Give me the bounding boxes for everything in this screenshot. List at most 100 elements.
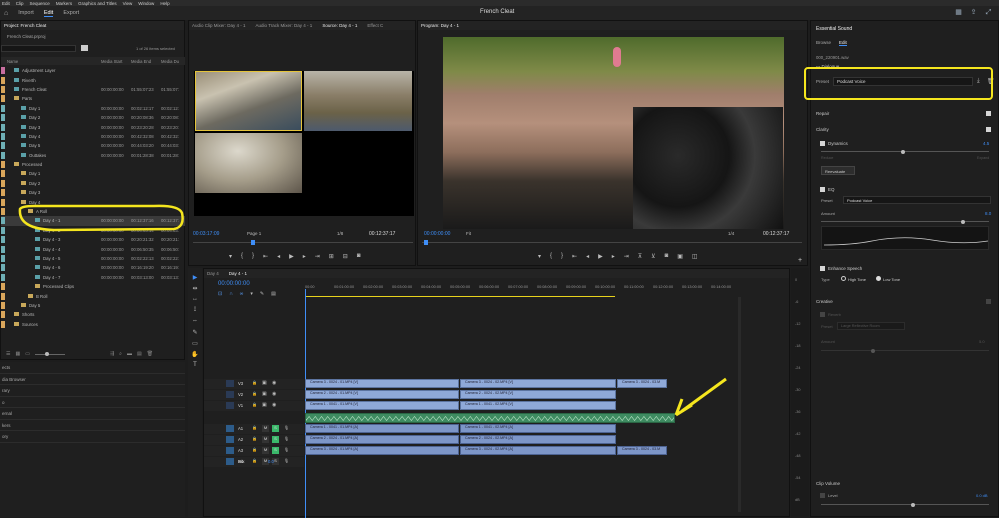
col-media-dur[interactable]: Media Du — [161, 59, 179, 64]
source-patch[interactable] — [226, 436, 234, 443]
razor-icon[interactable]: ⟟ — [188, 307, 202, 318]
program-camera-icon[interactable]: ◙ — [665, 253, 669, 260]
tab-edit[interactable]: Edit — [43, 10, 54, 17]
project-row[interactable]: Parts — [1, 94, 185, 103]
trash-icon[interactable]: 🗑 — [147, 351, 153, 357]
insert-icon[interactable]: ⊞ — [329, 253, 334, 260]
new-bin-bottom-icon[interactable]: ▬ — [127, 351, 132, 357]
compare-icon[interactable]: ▣ — [677, 253, 683, 260]
marker-icon[interactable]: ▾ — [229, 253, 232, 260]
source-tab[interactable]: Source: Day 4 - 1 — [322, 23, 357, 28]
freeform-view-icon[interactable]: ▭ — [25, 351, 30, 357]
new-item-icon[interactable]: ▤ — [137, 351, 142, 357]
project-row[interactable]: Adjustment Layer — [1, 66, 185, 75]
video-clip[interactable]: Camera 3 - 0024 - 01.MP4 [V] — [305, 379, 459, 388]
camera-2-thumb[interactable] — [304, 71, 412, 131]
work-area-bar[interactable] — [305, 296, 615, 297]
project-row[interactable]: Day 4 - 5 00:00:00:00 00:02:22:13 00:02:22: — [1, 254, 185, 263]
panel-header[interactable]: ernal — [0, 408, 185, 420]
program-goto-out-icon[interactable]: ⇥ — [624, 253, 629, 260]
rectangle-icon[interactable]: ▭ — [188, 340, 202, 351]
hand-icon[interactable]: ✋ — [188, 351, 202, 362]
lock-icon[interactable]: 🔒 — [252, 402, 257, 407]
mute-button[interactable]: M — [262, 436, 269, 443]
col-name[interactable]: Name — [7, 59, 18, 64]
source-tab[interactable]: Audio Clip Mixer: Day 4 - 1 — [192, 23, 246, 28]
dynamics-checkbox[interactable] — [820, 141, 825, 146]
project-row[interactable]: Shorts — [1, 310, 185, 319]
goto-in-icon[interactable]: ⇤ — [263, 253, 268, 260]
reverb-preset-dropdown[interactable]: Large Reflective Room — [837, 322, 905, 330]
eq-amount-value[interactable]: 8.0 — [985, 211, 991, 216]
panel-header[interactable]: ory — [0, 431, 185, 443]
es-clip-volume[interactable]: Clip Volume — [816, 481, 840, 486]
project-row[interactable]: Day 1 — [1, 169, 185, 178]
in-icon[interactable]: { — [241, 253, 243, 260]
program-marker-icon[interactable]: ▾ — [538, 253, 541, 260]
ripple-edit-icon[interactable]: ↔ — [188, 296, 202, 307]
source-patch[interactable] — [226, 391, 234, 398]
sync-lock-icon[interactable]: ▣ — [262, 380, 267, 386]
panel-header[interactable]: rary — [0, 385, 185, 397]
source-patch[interactable] — [226, 402, 234, 409]
nest-icon[interactable]: ⊡ — [218, 291, 222, 297]
level-checkbox[interactable] — [820, 493, 825, 498]
dynamics-slider[interactable] — [821, 149, 989, 154]
camera-3-thumb[interactable] — [195, 133, 302, 193]
vr-icon[interactable]: ◫ — [692, 253, 698, 260]
sync-lock-icon[interactable]: ▣ — [262, 402, 267, 408]
eye-icon[interactable]: ◉ — [272, 391, 276, 397]
step-back-icon[interactable]: ◂ — [277, 253, 280, 260]
clarity-checkbox[interactable] — [986, 127, 991, 132]
mic-icon[interactable]: 🎙 — [284, 436, 289, 441]
tab-import[interactable]: Import — [18, 10, 34, 16]
program-in-icon[interactable]: { — [550, 253, 552, 260]
eye-icon[interactable]: ◉ — [272, 380, 276, 386]
find-icon[interactable]: ⌕ — [119, 351, 122, 357]
video-clip[interactable]: Camera 1 - 0041 - 01.MP4 [V] — [305, 401, 459, 410]
sequence-tab[interactable]: Day 4 - 1 — [229, 271, 247, 276]
project-row[interactable]: Outtakes 00:00:00:00 00:01:28:38 00:01:28: — [1, 151, 185, 160]
source-patch[interactable] — [226, 380, 234, 387]
new-bin-icon[interactable] — [81, 45, 88, 51]
source-patch[interactable] — [226, 425, 234, 432]
program-fit[interactable]: Fit — [466, 231, 471, 236]
solo-button[interactable]: S — [272, 447, 279, 454]
multicam-view[interactable] — [194, 71, 414, 216]
timeline-vscroll[interactable] — [738, 297, 741, 512]
eq-checkbox[interactable] — [820, 187, 825, 192]
menu-item[interactable]: Graphics and Titles — [78, 1, 117, 6]
source-tab[interactable]: Audio Track Mixer: Day 4 - 1 — [256, 23, 313, 28]
project-row[interactable]: Day 4 - 7 00:00:00:00 00:03:13:00 00:03:13: — [1, 273, 185, 282]
solo-button[interactable]: S — [272, 425, 279, 432]
project-row[interactable]: Day 2 00:00:00:00 00:20:08:36 00:20:08: — [1, 113, 185, 122]
source-tab[interactable]: Effect C — [367, 23, 383, 28]
menu-item[interactable]: Window — [138, 1, 154, 6]
mic-icon[interactable]: 🎙 — [284, 447, 289, 452]
project-row[interactable]: French Cleat 00:00:00:00 01:55:07:23 01:55:… — [1, 85, 185, 94]
type-tool-icon[interactable]: T — [188, 362, 202, 373]
camera-icon[interactable]: ◙ — [357, 253, 361, 260]
project-tab[interactable]: Project: French Cleat — [4, 23, 46, 28]
icon-view-icon[interactable]: ▦ — [15, 351, 20, 357]
audio-clip[interactable]: Camera 3 - 0024 - 02.MP4 [A] — [460, 446, 616, 455]
video-clip[interactable]: Camera 1 - 0041 - 02.MP4 [V] — [460, 401, 616, 410]
video-clip[interactable]: Camera 3 - 0024 - 02.MP4 [V] — [460, 379, 616, 388]
repair-checkbox[interactable] — [986, 111, 991, 116]
selection-tool-icon[interactable]: ▶ — [188, 274, 202, 285]
track-header[interactable]: V3 🔒 ▣ ◉ — [204, 379, 304, 389]
project-row[interactable]: Day 5 — [1, 301, 185, 310]
mute-button[interactable]: M — [262, 447, 269, 454]
project-row[interactable]: Riverth — [1, 75, 185, 84]
menu-item[interactable]: Markers — [56, 1, 72, 6]
source-timecode[interactable]: 00:03:17:09 — [193, 231, 219, 237]
captions-icon[interactable]: ▤ — [271, 291, 276, 297]
workspaces-icon[interactable]: ▦ — [954, 8, 963, 17]
video-clip[interactable]: Camera 2 - 0024 - 01.MP4 [V] — [305, 390, 459, 399]
slip-icon[interactable]: ⇔ — [188, 318, 202, 329]
list-view-icon[interactable]: ☰ — [6, 351, 10, 357]
out-icon[interactable]: } — [252, 253, 254, 260]
goto-out-icon[interactable]: ⇥ — [315, 253, 320, 260]
source-page[interactable]: Page 1 — [247, 231, 261, 236]
sequence-tab[interactable]: Day 4 — [207, 271, 219, 276]
